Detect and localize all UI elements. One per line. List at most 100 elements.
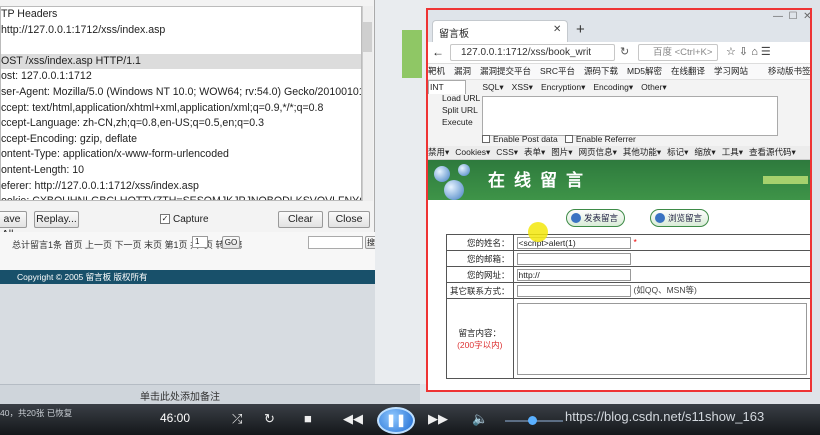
hackbar-url-textarea[interactable] xyxy=(482,96,778,136)
webdev-menu-item[interactable]: 工具▾ xyxy=(722,147,743,157)
search-input[interactable] xyxy=(308,236,363,249)
bookmark-item[interactable]: 漏洞提交平台 xyxy=(480,66,531,76)
webdev-menu-item[interactable]: 查看源代码▾ xyxy=(749,147,796,157)
split-url-button[interactable]: Split URL xyxy=(442,105,478,115)
url-bar[interactable]: 127.0.0.1:1712/xss/book_writ xyxy=(450,44,615,61)
bookmark-item[interactable]: 靶机 xyxy=(428,66,445,76)
decor-green-strip xyxy=(402,30,422,78)
form-row-content: 留言内容： (200字以内) xyxy=(446,298,810,379)
email-input[interactable] xyxy=(516,252,631,265)
close-tab-icon[interactable]: ✕ xyxy=(553,24,561,35)
email-cell xyxy=(512,250,810,267)
webdev-menu-item[interactable]: 其他功能▾ xyxy=(623,147,661,157)
rewind-icon[interactable]: ◀◀ xyxy=(343,411,363,427)
header-line[interactable]: http://127.0.0.1:1712/xss/index.asp xyxy=(1,23,361,39)
save-all-button[interactable]: ave All... xyxy=(0,211,27,240)
site-cell: http:// xyxy=(512,266,810,283)
contact-input[interactable] xyxy=(516,284,631,297)
toolbar-icons[interactable]: ☆ ⇩ ⌂ ☰ xyxy=(726,45,771,58)
browse-messages-button[interactable]: 浏览留言 xyxy=(650,209,710,227)
header-line[interactable]: ser-Agent: Mozilla/5.0 (Windows NT 10.0;… xyxy=(1,85,361,101)
webdev-menu-item[interactable]: CSS▾ xyxy=(496,147,518,157)
webdev-menu-item[interactable]: Cookies▾ xyxy=(455,147,490,157)
page-select[interactable]: 1 xyxy=(192,236,208,248)
hackbar-menu-item[interactable]: SQL▾ xyxy=(482,82,503,92)
capture-checkbox[interactable]: ✓ xyxy=(160,214,170,224)
bookmark-item[interactable]: 源码下载 xyxy=(584,66,618,76)
slide-status: 40，共20张 已恢复 xyxy=(0,408,73,418)
replay-button[interactable]: Replay... xyxy=(34,211,79,228)
bookmark-item[interactable]: SRC平台 xyxy=(540,66,575,76)
search-box[interactable]: 百度 <Ctrl+K> xyxy=(638,44,718,61)
header-line[interactable]: TP Headers xyxy=(1,7,361,23)
header-line[interactable] xyxy=(1,38,361,54)
webdev-menu-item[interactable]: 标记▾ xyxy=(667,147,688,157)
header-line[interactable]: ccept-Language: zh-CN,zh;q=0.8,en-US;q=0… xyxy=(1,116,361,132)
header-line[interactable]: ontent-Length: 10 xyxy=(1,163,361,179)
background-page-right xyxy=(375,0,430,384)
reload-icon[interactable]: ↻ xyxy=(620,45,629,58)
post-data-label: Enable Post data xyxy=(493,134,558,144)
window-controls[interactable]: — ☐ ✕ xyxy=(773,11,810,22)
hackbar-menu-item[interactable]: Encryption▾ xyxy=(541,82,585,92)
hackbar-menu-item[interactable]: XSS▾ xyxy=(512,82,533,92)
content-textarea[interactable] xyxy=(516,302,807,375)
fast-forward-icon[interactable]: ▶▶ xyxy=(428,411,448,427)
hackbar-menus[interactable]: SQL▾ XSS▾ Encryption▾ Encoding▾ Other▾ xyxy=(482,82,674,92)
new-tab-icon[interactable]: + xyxy=(576,22,585,37)
go-button[interactable]: GO xyxy=(222,236,240,249)
site-input[interactable]: http:// xyxy=(516,268,631,281)
bookmark-item[interactable]: 学习网站 xyxy=(714,66,748,76)
webdev-menu-item[interactable]: 禁用▾ xyxy=(428,147,449,157)
hackbar-menu-item[interactable]: Other▾ xyxy=(641,82,667,92)
execute-button[interactable]: Execute xyxy=(442,117,473,127)
bookmark-list[interactable]: 靶机 漏洞 漏洞提交平台 SRC平台 源码下载 MD5解密 在线翻译 学习网站 xyxy=(428,66,757,76)
scrollbar-thumb[interactable] xyxy=(363,22,372,52)
webdev-menus[interactable]: 禁用▾ Cookies▾ CSS▾ 表单▾ 图片▾ 网页信息▾ 其他功能▾ 标记▾ 缩放▾ 工具▾… xyxy=(428,147,802,157)
repeat-icon[interactable]: ↻ xyxy=(264,411,275,427)
notes-placeholder: 单击此处添加备注 xyxy=(140,392,220,403)
notes-bar[interactable]: 单击此处添加备注 xyxy=(0,384,420,404)
browser-window: 留言板 ✕ + — ☐ ✕ ← 127.0.0.1:1712/xss/book_… xyxy=(426,8,812,392)
referrer-checkbox[interactable] xyxy=(564,135,573,143)
pause-button[interactable]: ❚❚ xyxy=(377,407,415,434)
close-button[interactable]: Close xyxy=(328,211,370,228)
hackbar-options: Enable Post data Enable Referrer xyxy=(482,134,636,144)
bookmark-item[interactable]: 在线翻译 xyxy=(671,66,705,76)
email-label: 您的邮箱： xyxy=(446,250,514,267)
header-line[interactable]: eferer: http://127.0.0.1:1712/xss/index.… xyxy=(1,179,361,195)
header-line[interactable]: ontent-Type: application/x-www-form-urle… xyxy=(1,147,361,163)
shuffle-icon[interactable]: ⤮ xyxy=(232,411,242,427)
stop-icon[interactable]: ■ xyxy=(304,411,312,426)
tab-title: 留言板 xyxy=(439,29,469,40)
slide-area xyxy=(0,284,410,384)
header-line[interactable]: ost: 127.0.0.1:1712 xyxy=(1,69,361,85)
webdev-menu-item[interactable]: 图片▾ xyxy=(551,147,572,157)
post-message-button[interactable]: 发表留言 xyxy=(566,209,626,227)
header-line[interactable]: ccept: text/html,application/xhtml+xml,a… xyxy=(1,101,361,117)
hackbar-menu-item[interactable]: Encoding▾ xyxy=(593,82,633,92)
guestbook-body: 发表留言 浏览留言 您的姓名： <script>alert(1) * 您的邮箱： … xyxy=(428,200,810,390)
bookmark-item[interactable]: 漏洞 xyxy=(454,66,471,76)
clear-button[interactable]: Clear xyxy=(278,211,323,228)
navigation-bar: ← 127.0.0.1:1712/xss/book_writ ↻ 百度 <Ctr… xyxy=(428,42,810,64)
header-line[interactable]: OST /xss/index.asp HTTP/1.1 xyxy=(1,53,361,70)
volume-knob[interactable] xyxy=(528,416,537,425)
bookmark-item[interactable]: MD5解密 xyxy=(627,66,662,76)
header-line[interactable]: ookie: CXBQUHNLGBCLHOTTVZTH=SESOMJKJPJNO… xyxy=(1,194,361,200)
back-icon[interactable]: ← xyxy=(432,45,444,59)
load-url-button[interactable]: Load URL xyxy=(442,93,480,103)
hackbar-panel: Load URL Split URL Execute Enable Post d… xyxy=(428,93,810,146)
post-data-checkbox[interactable] xyxy=(482,135,490,143)
name-cell: <script>alert(1) * xyxy=(512,234,810,251)
volume-icon[interactable]: 🔈 xyxy=(472,411,488,427)
contact-label: 其它联系方式： xyxy=(446,282,514,299)
tab-guestbook[interactable]: 留言板 xyxy=(432,20,568,42)
webdev-menu-item[interactable]: 表单▾ xyxy=(524,147,545,157)
header-line[interactable]: ccept-Encoding: gzip, deflate xyxy=(1,132,361,148)
bookmark-mobile[interactable]: 移动版书签 xyxy=(768,64,810,79)
form-row-site: 您的网址： http:// xyxy=(446,266,810,283)
webdev-menu-item[interactable]: 缩放▾ xyxy=(694,147,715,157)
webdev-menu-item[interactable]: 网页信息▾ xyxy=(579,147,617,157)
headers-list[interactable]: TP Headers http://127.0.0.1:1712/xss/inde… xyxy=(0,6,362,201)
